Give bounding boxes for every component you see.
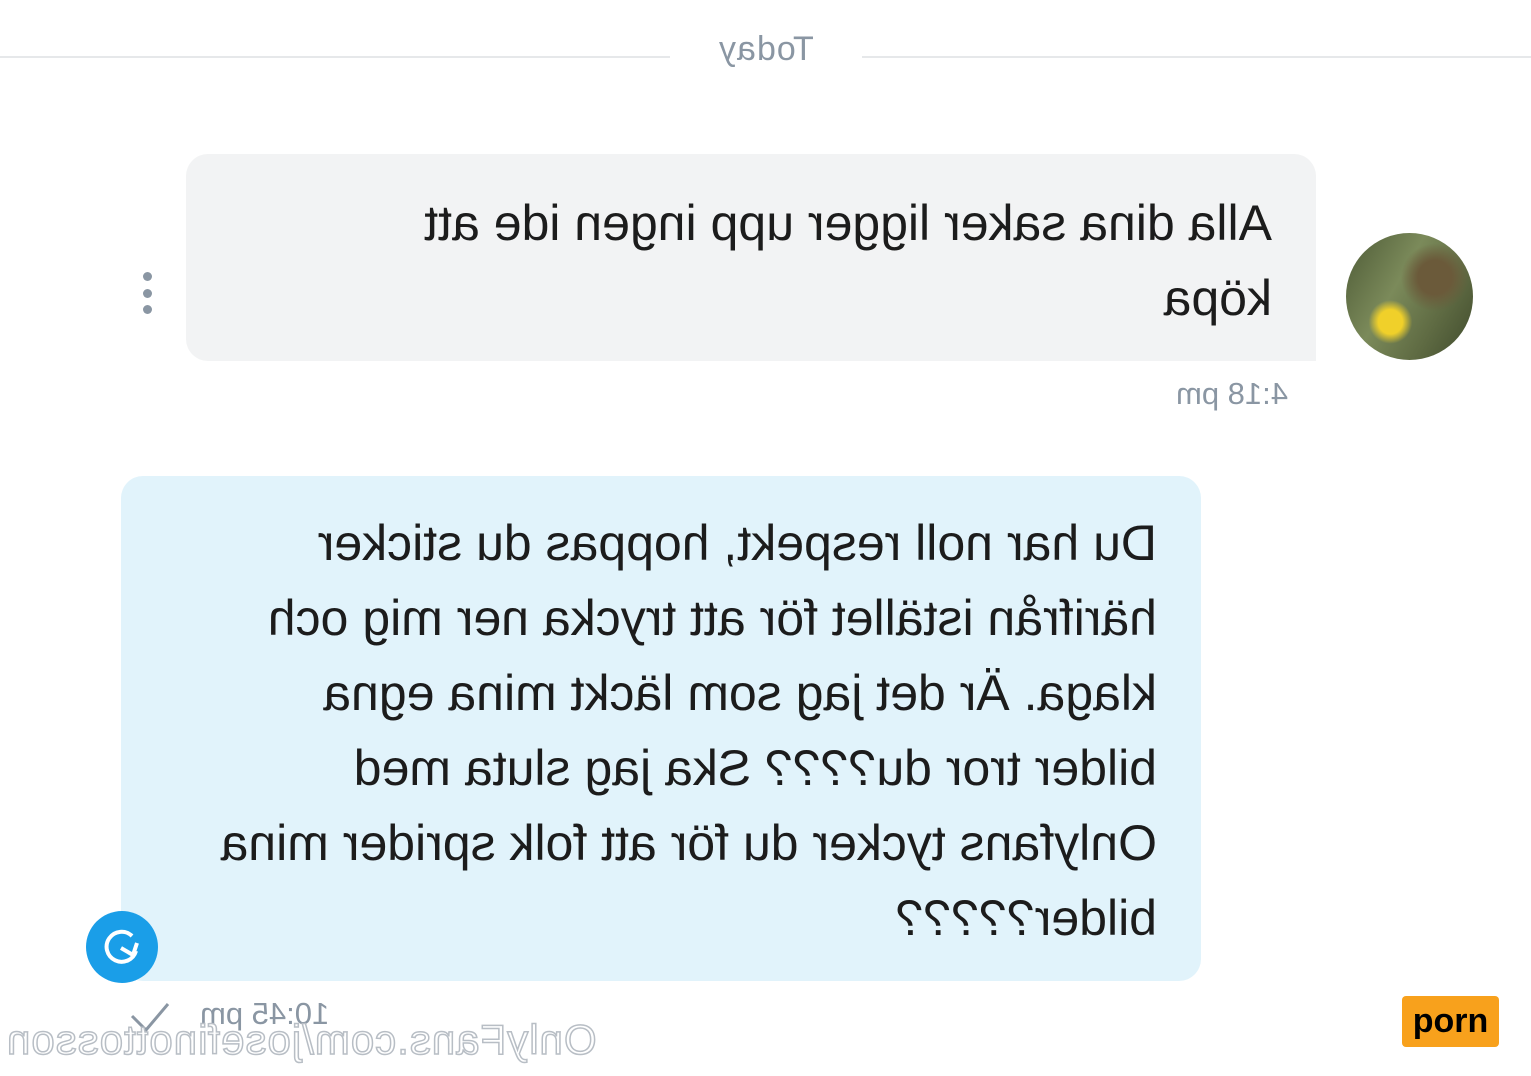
avatar[interactable] [1346, 233, 1473, 360]
brand-badge-text: porn [1412, 1002, 1489, 1040]
watermark-text: OnlyFans.com/josefinottosson [5, 1015, 597, 1064]
message-text: Alla dina saker ligger upp ingen ide att… [424, 195, 1272, 326]
refresh-arrow-icon[interactable] [86, 911, 158, 983]
timestamp-text: 4:18 pm [1176, 376, 1289, 411]
day-separator: Today [670, 30, 862, 69]
brand-badge: porn [1402, 996, 1499, 1047]
divider-right [862, 56, 1531, 58]
more-vertical-icon[interactable] [138, 272, 156, 314]
watermark: OnlyFans.com/josefinottosson [5, 1015, 597, 1064]
incoming-message-bubble[interactable]: Alla dina saker ligger upp ingen ide att… [186, 154, 1316, 361]
divider-left [0, 56, 670, 58]
day-separator-label: Today [718, 30, 814, 68]
outgoing-message-bubble[interactable]: Du har noll respekt, hoppas du sticker h… [121, 476, 1201, 981]
message-text: Du har noll respekt, hoppas du sticker h… [220, 515, 1157, 946]
refresh-arrow-glyph [104, 929, 139, 964]
message-timestamp: 4:18 pm [1176, 376, 1288, 412]
